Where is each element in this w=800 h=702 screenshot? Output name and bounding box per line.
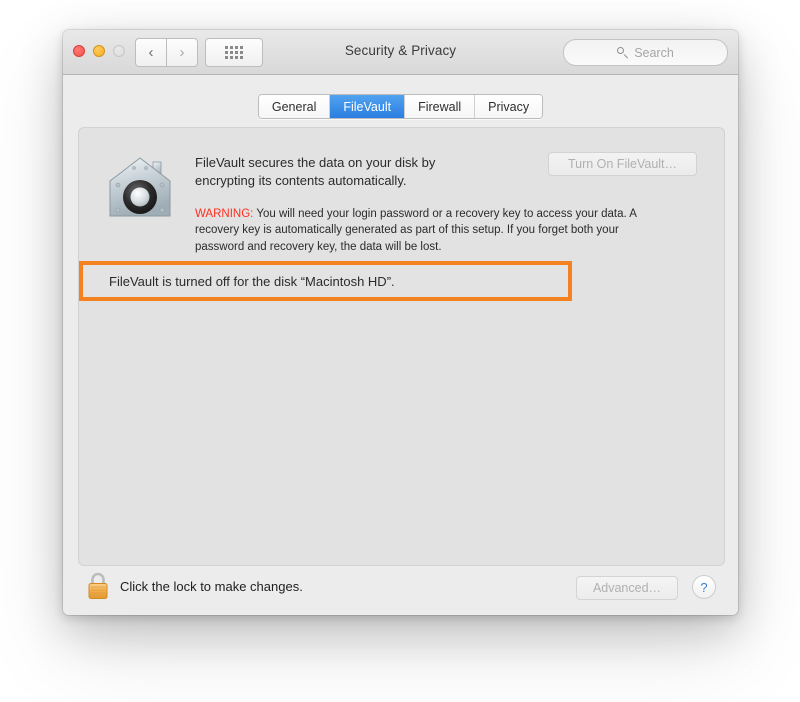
warning-prefix: WARNING: — [195, 208, 254, 220]
lock-closed-icon[interactable] — [85, 571, 111, 601]
window-body: General FileVault Firewall Privacy FileV… — [63, 75, 738, 615]
chevron-right-icon: › — [179, 44, 185, 61]
turn-on-filevault-button[interactable]: Turn On FileVault… — [548, 152, 697, 176]
search-placeholder: Search — [634, 45, 674, 60]
warning-body: You will need your login password or a r… — [195, 208, 637, 253]
window-footer: Click the lock to make changes. Advanced… — [63, 559, 738, 615]
navigation-buttons: ‹ › — [135, 38, 198, 67]
forward-button[interactable]: › — [166, 38, 198, 67]
chevron-left-icon: ‹ — [148, 44, 154, 61]
segmented-tab-control: General FileVault Firewall Privacy — [257, 94, 544, 119]
filevault-settings-panel: FileVault secures the data on your disk … — [78, 127, 725, 566]
tab-filevault[interactable]: FileVault — [330, 95, 406, 118]
search-icon — [617, 47, 628, 58]
question-mark-icon: ? — [700, 579, 708, 595]
filevault-status-message: FileVault is turned off for the disk “Ma… — [109, 273, 395, 289]
filevault-warning-text: WARNING: You will need your login passwo… — [195, 206, 663, 255]
search-field[interactable]: Search — [563, 39, 728, 66]
filevault-house-icon — [109, 157, 171, 217]
show-all-button[interactable] — [205, 38, 263, 67]
help-button[interactable]: ? — [692, 575, 716, 599]
close-window-button[interactable] — [73, 45, 85, 57]
turn-on-filevault-label: Turn On FileVault… — [567, 157, 678, 171]
tab-bar: General FileVault Firewall Privacy — [63, 94, 738, 119]
system-preferences-window: ‹ › Security & Privacy Search General Fi… — [63, 30, 738, 615]
grid-dots-icon — [225, 46, 243, 59]
minimize-window-button[interactable] — [93, 45, 105, 57]
advanced-button-label: Advanced… — [592, 581, 662, 595]
window-titlebar: ‹ › Security & Privacy Search — [63, 30, 738, 75]
lock-hint-text: Click the lock to make changes. — [120, 579, 303, 594]
advanced-button[interactable]: Advanced… — [576, 576, 678, 600]
tab-general[interactable]: General — [258, 95, 331, 118]
back-button[interactable]: ‹ — [135, 38, 166, 67]
zoom-window-button — [113, 45, 125, 57]
filevault-description: FileVault secures the data on your disk … — [195, 155, 436, 188]
traffic-light-group — [73, 45, 125, 57]
tab-firewall[interactable]: Firewall — [405, 95, 476, 118]
annotation-highlight-status-message: FileVault is turned off for the disk “Ma… — [79, 261, 572, 301]
tab-privacy[interactable]: Privacy — [475, 95, 543, 118]
